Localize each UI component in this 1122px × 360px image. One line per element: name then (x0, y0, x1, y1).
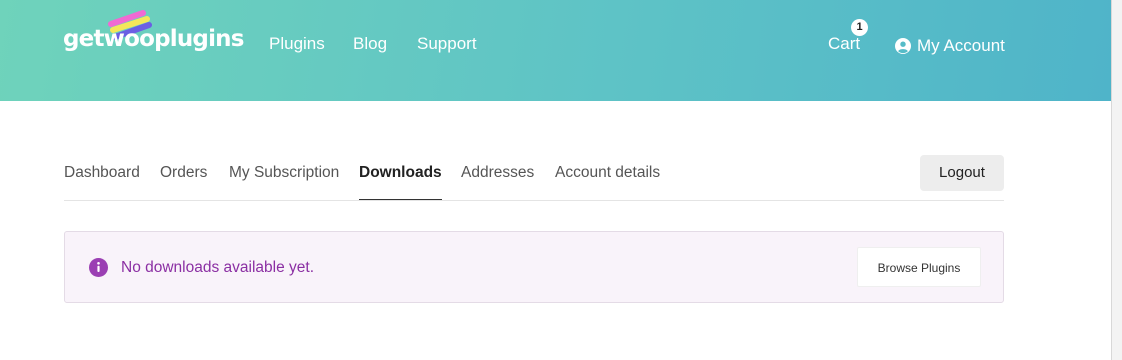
nav-blog[interactable]: Blog (353, 34, 387, 54)
tab-dashboard[interactable]: Dashboard (64, 164, 140, 201)
nav-support[interactable]: Support (417, 34, 477, 54)
tabs-divider (64, 200, 1004, 201)
nav-plugins[interactable]: Plugins (269, 34, 325, 54)
my-account-link[interactable]: My Account (895, 36, 1005, 56)
site-header: getwooplugins Plugins Blog Support Cart … (0, 0, 1111, 101)
downloads-notice: No downloads available yet. Browse Plugi… (64, 231, 1004, 303)
tab-account-details[interactable]: Account details (555, 164, 660, 201)
browse-plugins-button[interactable]: Browse Plugins (857, 247, 981, 287)
page-scrollbar[interactable] (1111, 0, 1122, 360)
notice-message: No downloads available yet. (121, 259, 315, 276)
cart-link[interactable]: Cart (828, 34, 860, 54)
tab-orders[interactable]: Orders (160, 164, 207, 201)
tab-my-subscription[interactable]: My Subscription (229, 164, 339, 201)
user-circle-icon (895, 38, 911, 54)
info-icon (89, 258, 108, 277)
site-logo[interactable]: getwooplugins (63, 10, 244, 60)
cart-count-badge: 1 (851, 19, 868, 36)
my-account-label: My Account (917, 36, 1005, 55)
logout-button[interactable]: Logout (920, 155, 1004, 191)
logo-text: getwooplugins (63, 26, 244, 52)
tab-addresses[interactable]: Addresses (461, 164, 534, 201)
tab-downloads[interactable]: Downloads (359, 164, 442, 201)
